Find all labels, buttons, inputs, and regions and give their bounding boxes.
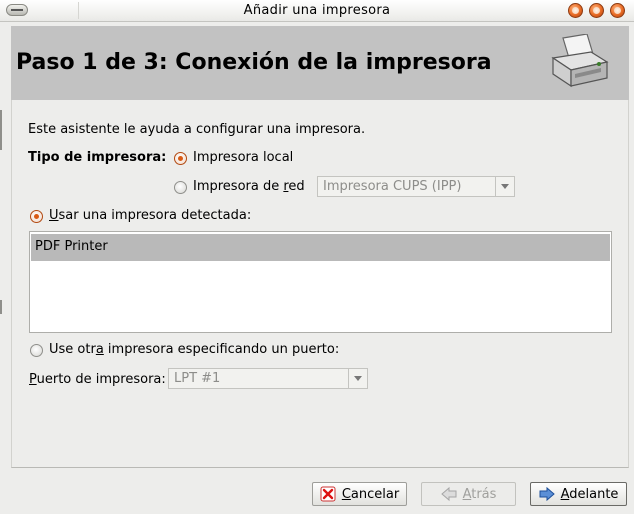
network-printer-radio[interactable] — [174, 181, 187, 194]
cancel-button[interactable]: Cancelar — [312, 482, 407, 506]
minimize-icon[interactable] — [568, 3, 583, 18]
window-titlebar[interactable]: Añadir una impresora — [0, 0, 634, 22]
forward-button[interactable]: Adelante — [530, 482, 627, 506]
arrow-right-icon — [539, 486, 555, 502]
printer-type-label: Tipo de impresora: — [28, 150, 167, 165]
page-title: Paso 1 de 3: Conexión de la impresora — [16, 50, 492, 75]
wizard-content: Este asistente le ayuda a configurar una… — [11, 100, 629, 468]
cancel-label: Cancelar — [341, 486, 400, 502]
network-protocol-select[interactable]: Impresora CUPS (IPP) — [317, 176, 515, 197]
arrow-left-icon — [440, 486, 457, 502]
port-label: Puerto de impresora: — [29, 372, 166, 387]
wizard-header: Paso 1 de 3: Conexión de la impresora — [11, 26, 629, 100]
chevron-down-icon — [348, 369, 367, 388]
detected-printer-label[interactable]: Usar una impresora detectada: — [49, 208, 251, 223]
local-printer-radio[interactable] — [174, 152, 187, 165]
port-printer-label[interactable]: Use otra impresora especificando un puer… — [49, 342, 339, 357]
local-printer-label[interactable]: Impresora local — [193, 150, 293, 165]
printer-icon — [551, 34, 609, 88]
cancel-icon — [320, 486, 336, 502]
intro-text: Este asistente le ayuda a configurar una… — [28, 122, 366, 137]
window-title: Añadir una impresora — [243, 3, 391, 18]
back-label: Atrás — [462, 486, 497, 502]
window-edge — [0, 110, 2, 150]
detected-printers-list[interactable]: PDF Printer — [29, 231, 612, 333]
maximize-icon[interactable] — [589, 3, 604, 18]
list-item[interactable]: PDF Printer — [31, 234, 610, 261]
network-protocol-value: Impresora CUPS (IPP) — [323, 179, 462, 194]
port-select[interactable]: LPT #1 — [168, 368, 368, 389]
chevron-down-icon — [495, 177, 514, 196]
back-button[interactable]: Atrás — [421, 482, 516, 506]
forward-label: Adelante — [560, 486, 619, 502]
port-printer-radio[interactable] — [30, 344, 43, 357]
port-value: LPT #1 — [174, 371, 221, 386]
detected-printer-radio[interactable] — [30, 210, 43, 223]
close-icon[interactable] — [610, 3, 625, 18]
network-printer-label[interactable]: Impresora de red — [193, 179, 305, 194]
window-edge — [0, 300, 2, 314]
